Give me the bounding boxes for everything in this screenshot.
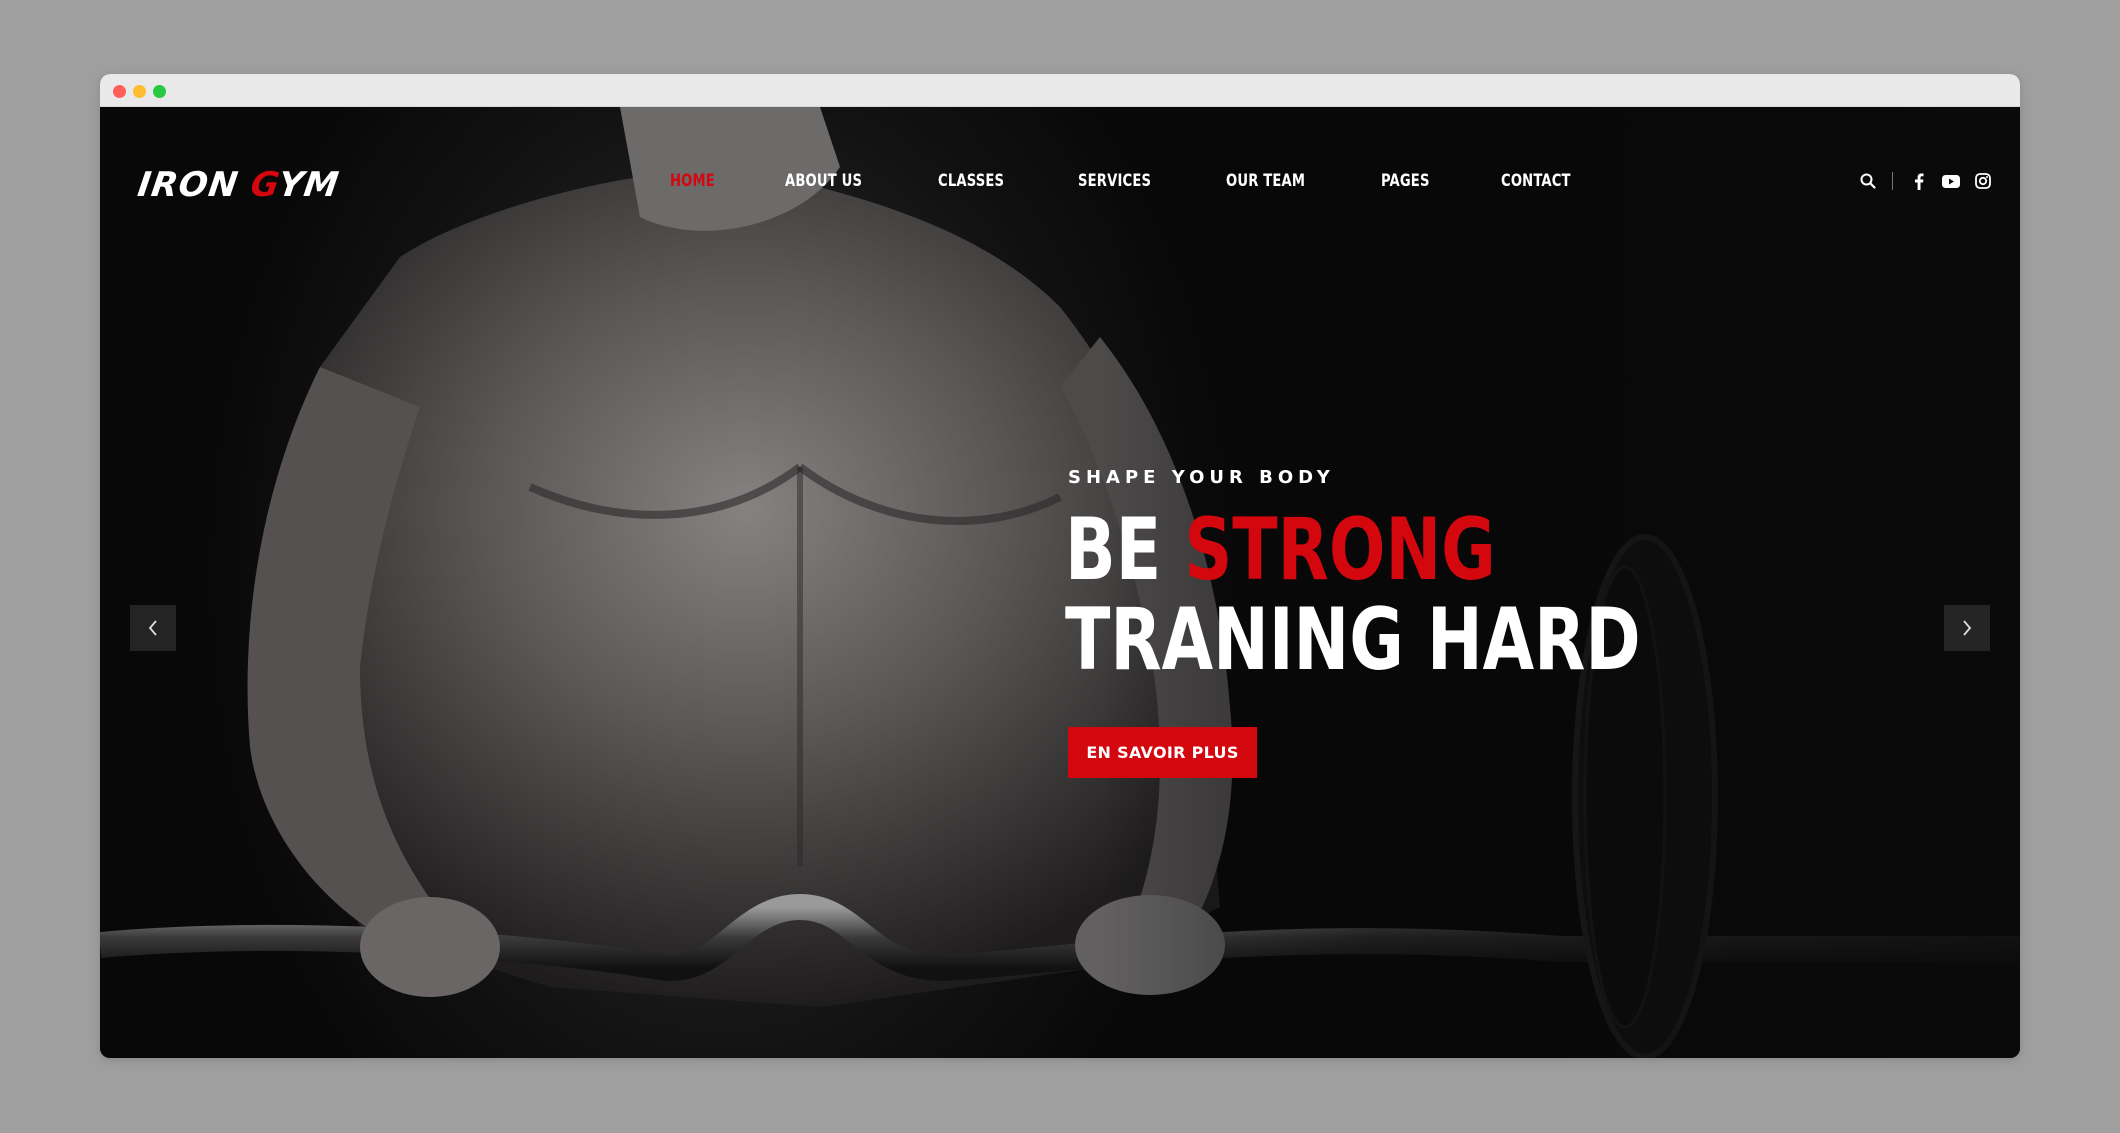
header-divider [1892,172,1893,190]
search-icon[interactable] [1858,169,1878,193]
instagram-icon[interactable] [1973,169,1993,193]
chevron-left-icon [148,620,157,636]
site-logo[interactable]: IRON GYM [135,162,342,208]
learn-more-button[interactable]: EN SAVOIR PLUS [1068,727,1257,778]
nav-item-pages[interactable]: PAGES [1381,171,1430,191]
headline-be: BE [1065,500,1185,600]
nav-item-contact[interactable]: CONTACT [1501,171,1571,191]
close-window-button[interactable] [113,85,126,98]
logo-text-ym: YM [275,165,342,205]
hero-subtitle: SHAPE YOUR BODY [1068,467,1335,488]
hero-slider: IRON GYM HOME ABOUT US CLASSES SERVICES … [100,107,2020,1058]
headline-line-2: TRANING HARD [1065,590,1641,690]
youtube-icon[interactable] [1941,169,1961,193]
slider-next-button[interactable] [1944,605,1990,651]
hero-headline: BE STRONG TRANING HARD [1065,505,1641,685]
main-navigation: HOME ABOUT US CLASSES SERVICES OUR TEAM … [670,171,1645,191]
nav-item-about-us[interactable]: ABOUT US [785,171,862,191]
browser-window: IRON GYM HOME ABOUT US CLASSES SERVICES … [100,74,2020,1058]
headline-strong: STRONG [1184,500,1496,600]
nav-item-classes[interactable]: CLASSES [938,171,1004,191]
facebook-icon[interactable] [1909,169,1929,193]
chevron-right-icon [1963,620,1972,636]
minimize-window-button[interactable] [133,85,146,98]
nav-item-home[interactable]: HOME [670,171,715,191]
slider-prev-button[interactable] [130,605,176,651]
window-titlebar [100,74,2020,107]
header-actions [1858,169,1993,193]
logo-text-iron: IRON [135,165,254,205]
zoom-window-button[interactable] [153,85,166,98]
nav-item-our-team[interactable]: OUR TEAM [1226,171,1305,191]
nav-item-services[interactable]: SERVICES [1078,171,1151,191]
